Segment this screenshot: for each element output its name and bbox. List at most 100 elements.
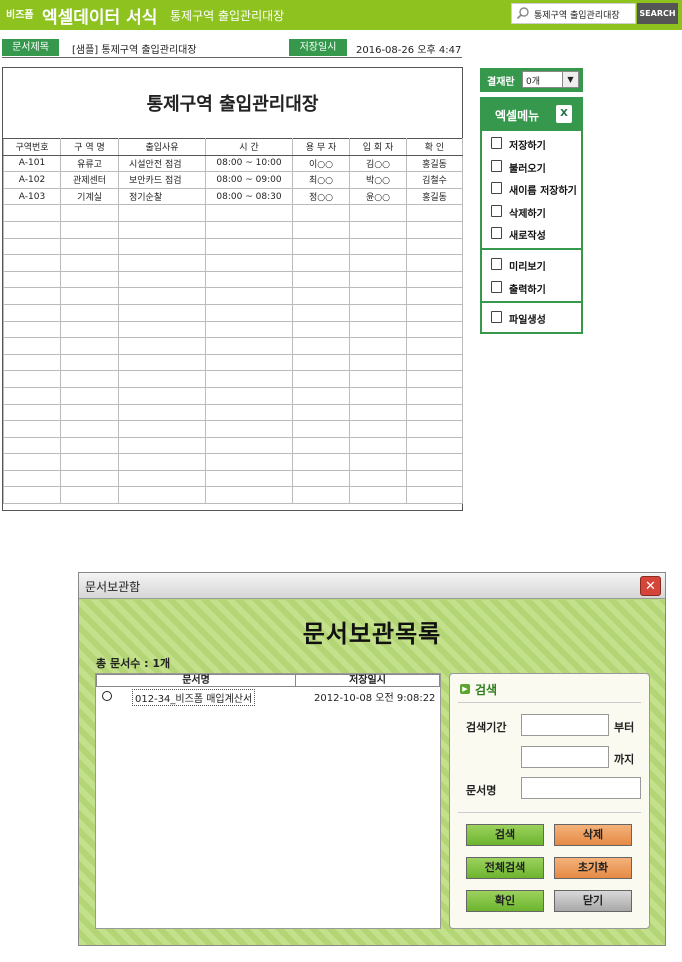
table-cell[interactable] bbox=[406, 386, 463, 405]
table-cell[interactable] bbox=[118, 220, 206, 239]
table-cell[interactable] bbox=[60, 303, 119, 322]
menu-item-save[interactable]: 저장하기 bbox=[482, 133, 581, 155]
table-cell[interactable]: 홍길동 bbox=[406, 187, 463, 206]
table-cell[interactable] bbox=[60, 436, 119, 455]
table-cell[interactable] bbox=[292, 237, 350, 256]
table-cell[interactable] bbox=[205, 486, 293, 505]
table-cell[interactable] bbox=[60, 486, 119, 505]
table-cell[interactable] bbox=[406, 254, 463, 272]
table-cell[interactable] bbox=[118, 370, 206, 388]
table-cell[interactable] bbox=[60, 453, 119, 471]
table-cell[interactable] bbox=[349, 403, 407, 422]
table-cell[interactable] bbox=[406, 270, 463, 289]
table-cell[interactable] bbox=[118, 469, 206, 488]
search-button[interactable]: SEARCH bbox=[637, 3, 678, 24]
table-cell[interactable] bbox=[118, 386, 206, 405]
column-header-name[interactable]: 문서명 bbox=[96, 674, 296, 687]
table-cell[interactable] bbox=[406, 436, 463, 455]
table-cell[interactable] bbox=[3, 386, 61, 405]
table-cell[interactable]: 김철수 bbox=[406, 171, 463, 189]
brand-logo[interactable]: 비즈폼 bbox=[6, 6, 34, 21]
table-cell[interactable] bbox=[292, 320, 350, 339]
table-cell[interactable] bbox=[3, 204, 61, 222]
table-cell[interactable] bbox=[118, 303, 206, 322]
table-cell[interactable] bbox=[292, 453, 350, 471]
table-cell[interactable] bbox=[349, 436, 407, 455]
table-cell[interactable] bbox=[406, 453, 463, 471]
table-cell[interactable]: 최○○ bbox=[292, 171, 350, 189]
table-cell[interactable] bbox=[406, 204, 463, 222]
table-cell[interactable] bbox=[118, 486, 206, 505]
table-cell[interactable]: 관제센터 bbox=[60, 171, 119, 189]
table-cell[interactable] bbox=[349, 370, 407, 388]
table-cell[interactable] bbox=[349, 469, 407, 488]
table-cell[interactable] bbox=[3, 220, 61, 239]
table-cell[interactable] bbox=[292, 403, 350, 422]
table-cell[interactable] bbox=[3, 453, 61, 471]
table-cell[interactable] bbox=[60, 270, 119, 289]
row-radio[interactable] bbox=[102, 691, 112, 701]
table-cell[interactable]: A-102 bbox=[3, 171, 61, 189]
table-cell[interactable]: A-103 bbox=[3, 187, 61, 206]
table-cell[interactable] bbox=[60, 254, 119, 272]
table-cell[interactable] bbox=[349, 420, 407, 438]
table-cell[interactable] bbox=[60, 237, 119, 256]
table-cell[interactable] bbox=[60, 386, 119, 405]
table-cell[interactable] bbox=[118, 337, 206, 355]
table-cell[interactable] bbox=[349, 204, 407, 222]
table-cell[interactable] bbox=[205, 303, 293, 322]
table-cell[interactable] bbox=[118, 254, 206, 272]
table-cell[interactable] bbox=[60, 320, 119, 339]
table-cell[interactable] bbox=[292, 370, 350, 388]
table-cell[interactable] bbox=[60, 220, 119, 239]
table-cell[interactable]: 08:00 ~ 09:00 bbox=[205, 171, 293, 189]
table-cell[interactable] bbox=[406, 220, 463, 239]
table-cell[interactable] bbox=[205, 420, 293, 438]
table-cell[interactable] bbox=[205, 469, 293, 488]
date-from-input[interactable] bbox=[521, 714, 609, 736]
table-cell[interactable] bbox=[349, 254, 407, 272]
table-cell[interactable] bbox=[118, 436, 206, 455]
menu-item-preview[interactable]: 미리보기 bbox=[482, 254, 581, 276]
table-cell[interactable] bbox=[406, 237, 463, 256]
table-cell[interactable] bbox=[349, 237, 407, 256]
table-cell[interactable] bbox=[205, 386, 293, 405]
approval-select[interactable]: 0개 ▼ bbox=[522, 71, 579, 88]
table-cell[interactable] bbox=[292, 469, 350, 488]
table-cell[interactable] bbox=[406, 469, 463, 488]
table-cell[interactable]: 정기순찰 bbox=[118, 187, 206, 206]
table-cell[interactable] bbox=[205, 254, 293, 272]
table-cell[interactable] bbox=[205, 337, 293, 355]
table-cell[interactable]: A-101 bbox=[3, 154, 61, 173]
table-cell[interactable] bbox=[3, 469, 61, 488]
delete-button[interactable]: 삭제 bbox=[554, 824, 632, 846]
table-cell[interactable] bbox=[60, 353, 119, 372]
table-cell[interactable] bbox=[3, 254, 61, 272]
table-cell[interactable] bbox=[205, 320, 293, 339]
table-cell[interactable]: 홍길동 bbox=[406, 154, 463, 173]
close-button[interactable]: 닫기 bbox=[554, 890, 632, 912]
table-cell[interactable] bbox=[60, 337, 119, 355]
table-cell[interactable] bbox=[3, 370, 61, 388]
table-cell[interactable] bbox=[60, 469, 119, 488]
column-header-date[interactable]: 저장일시 bbox=[295, 674, 440, 687]
menu-item-trash[interactable]: 삭제하기 bbox=[482, 201, 581, 223]
close-icon[interactable]: ✕ bbox=[640, 576, 661, 596]
date-to-input[interactable] bbox=[521, 746, 609, 768]
table-cell[interactable] bbox=[406, 287, 463, 305]
table-cell[interactable] bbox=[3, 403, 61, 422]
table-cell[interactable] bbox=[406, 370, 463, 388]
table-cell[interactable] bbox=[118, 320, 206, 339]
table-cell[interactable]: 시설안전 점검 bbox=[118, 154, 206, 173]
table-cell[interactable]: 이○○ bbox=[292, 154, 350, 173]
table-cell[interactable] bbox=[406, 420, 463, 438]
table-cell[interactable] bbox=[118, 237, 206, 256]
table-cell[interactable] bbox=[3, 420, 61, 438]
table-cell[interactable] bbox=[3, 337, 61, 355]
table-cell[interactable] bbox=[349, 303, 407, 322]
table-cell[interactable]: 김○○ bbox=[349, 154, 407, 173]
table-cell[interactable] bbox=[406, 337, 463, 355]
menu-item-print[interactable]: 출력하기 bbox=[482, 277, 581, 299]
table-cell[interactable] bbox=[118, 287, 206, 305]
menu-item-new-document[interactable]: 새로작성 bbox=[482, 223, 581, 245]
